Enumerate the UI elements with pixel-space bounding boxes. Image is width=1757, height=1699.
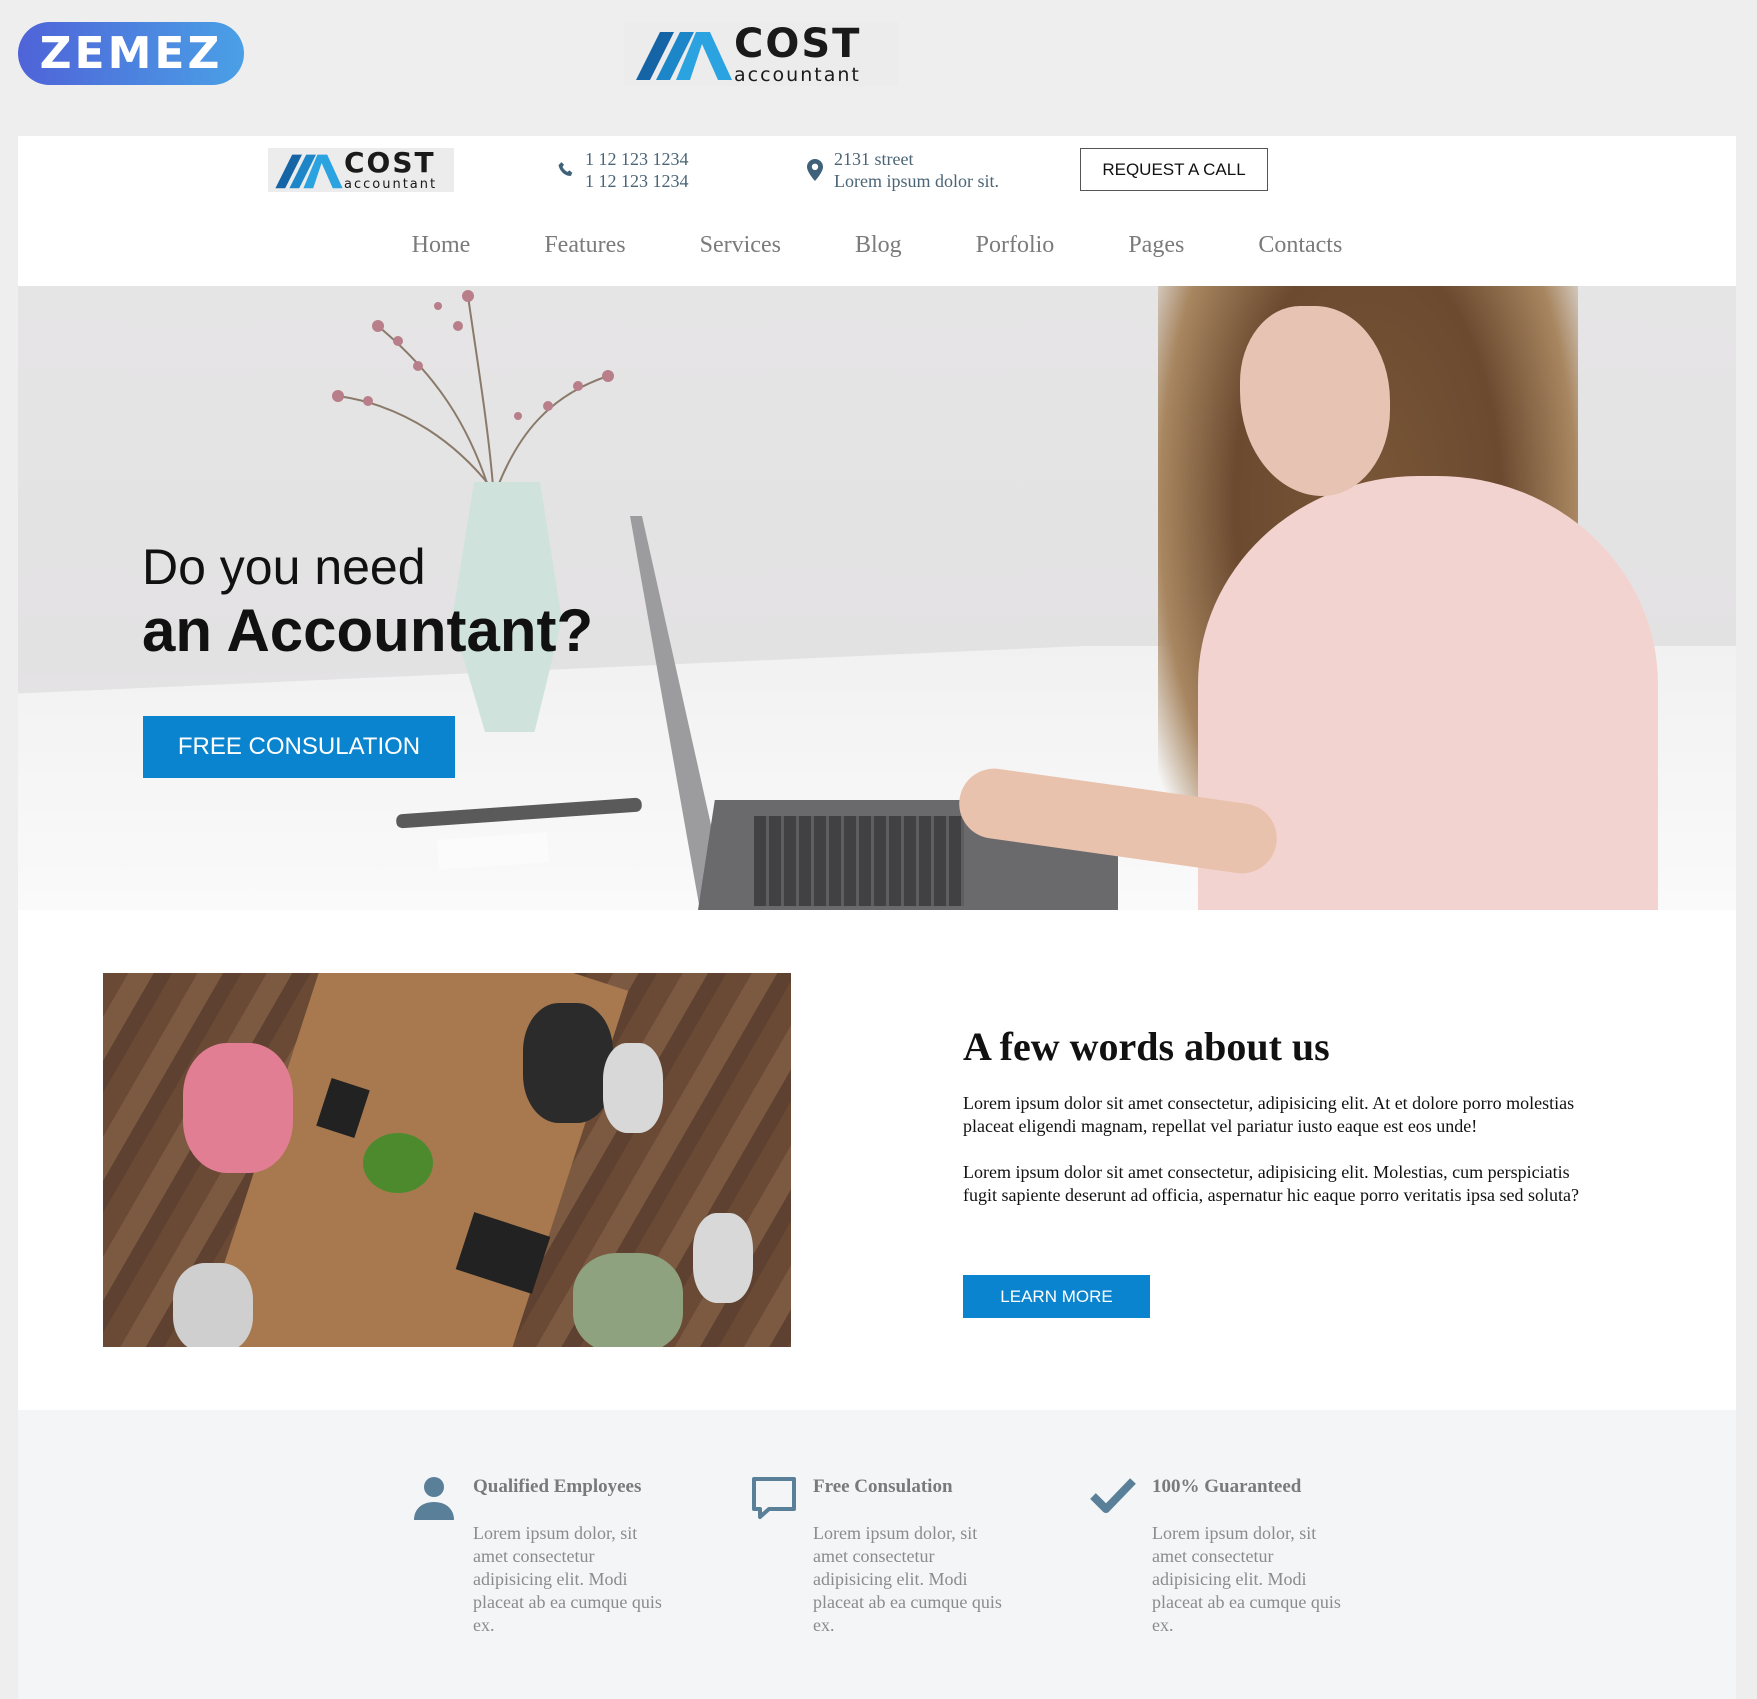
nav-item-portfolio[interactable]: Porfolio [976, 232, 1055, 259]
zemez-badge[interactable]: ZEMEZ [18, 22, 244, 85]
hero-headline-line-2: an Accountant? [142, 597, 594, 664]
logo-word-accountant: accountant [344, 177, 438, 192]
hero-banner: Do you need an Accountant? FREE CONSULAT… [18, 286, 1736, 910]
hero-flower-stems [332, 290, 614, 487]
cost-logo-mark-icon [275, 154, 343, 189]
photo-plant [363, 1133, 433, 1193]
phone-contact: 1 12 123 1234 1 12 123 1234 [553, 148, 689, 192]
about-section: A few words about us Lorem ipsum dolor s… [18, 910, 1736, 1410]
photo-chair [693, 1213, 753, 1303]
main-nav: Home Features Services Blog Porfolio Pag… [18, 232, 1736, 259]
photo-chair [173, 1263, 253, 1347]
hero-headline-line-1: Do you need [142, 539, 426, 595]
user-icon [411, 1476, 457, 1522]
nav-item-pages[interactable]: Pages [1128, 232, 1184, 259]
logo-word-cost: COST [344, 146, 436, 179]
nav-item-features[interactable]: Features [544, 232, 625, 259]
address-line-1: 2131 street [834, 149, 914, 169]
hero-laptop-keyboard [754, 816, 964, 906]
photo-person-dark [523, 1003, 613, 1123]
feature-description: Lorem ipsum dolor, sit amet consectetur … [473, 1523, 662, 1635]
logo-word-accountant: accountant [734, 63, 861, 86]
feature-description: Lorem ipsum dolor, sit amet consectetur … [813, 1523, 1002, 1635]
phone-icon [553, 159, 579, 181]
site-header: COST accountant 1 12 123 1234 1 12 123 1… [18, 136, 1736, 286]
website-preview: COST accountant 1 12 123 1234 1 12 123 1… [18, 136, 1736, 1699]
phone-number-1: 1 12 123 1234 [585, 149, 689, 169]
photo-person-blonde [573, 1253, 683, 1347]
photo-person-pink [183, 1043, 293, 1173]
about-title: A few words about us [963, 1024, 1330, 1069]
about-paragraph-1: Lorem ipsum dolor sit amet consectetur, … [963, 1093, 1575, 1136]
nav-item-home[interactable]: Home [412, 232, 471, 259]
logo-word-cost: COST [734, 20, 862, 67]
location-pin-icon [802, 159, 828, 181]
about-team-photo [103, 973, 791, 1347]
photo-chair [603, 1043, 663, 1133]
phone-number-2: 1 12 123 1234 [585, 171, 689, 191]
about-paragraph-2: Lorem ipsum dolor sit amet consectetur, … [963, 1162, 1579, 1205]
chat-bubble-icon [751, 1476, 797, 1522]
cost-accountant-logo: COST accountant [624, 22, 899, 86]
nav-item-services[interactable]: Services [700, 232, 781, 259]
feature-title: Free Consulation [813, 1476, 953, 1497]
address-contact: 2131 street Lorem ipsum dolor sit. [802, 148, 999, 192]
feature-title: 100% Guaranteed [1152, 1476, 1302, 1497]
zemez-label: ZEMEZ [39, 28, 223, 79]
checkmark-icon [1090, 1476, 1136, 1522]
header-logo[interactable]: COST accountant [268, 148, 454, 192]
free-consultation-button[interactable]: FREE CONSULATION [143, 716, 455, 778]
about-text-block: A few words about us Lorem ipsum dolor s… [963, 1022, 1583, 1230]
feature-title: Qualified Employees [473, 1476, 642, 1497]
learn-more-button[interactable]: LEARN MORE [963, 1275, 1150, 1318]
hero-headline: Do you need an Accountant? [142, 538, 593, 666]
features-section: Qualified Employees Lorem ipsum dolor, s… [18, 1410, 1736, 1699]
feature-description: Lorem ipsum dolor, sit amet consectetur … [1152, 1523, 1341, 1635]
address-line-2: Lorem ipsum dolor sit. [834, 171, 999, 191]
nav-item-contacts[interactable]: Contacts [1258, 232, 1342, 259]
nav-item-blog[interactable]: Blog [855, 232, 902, 259]
request-call-button[interactable]: REQUEST A CALL [1080, 148, 1268, 191]
cost-logo-mark-icon [636, 32, 732, 80]
